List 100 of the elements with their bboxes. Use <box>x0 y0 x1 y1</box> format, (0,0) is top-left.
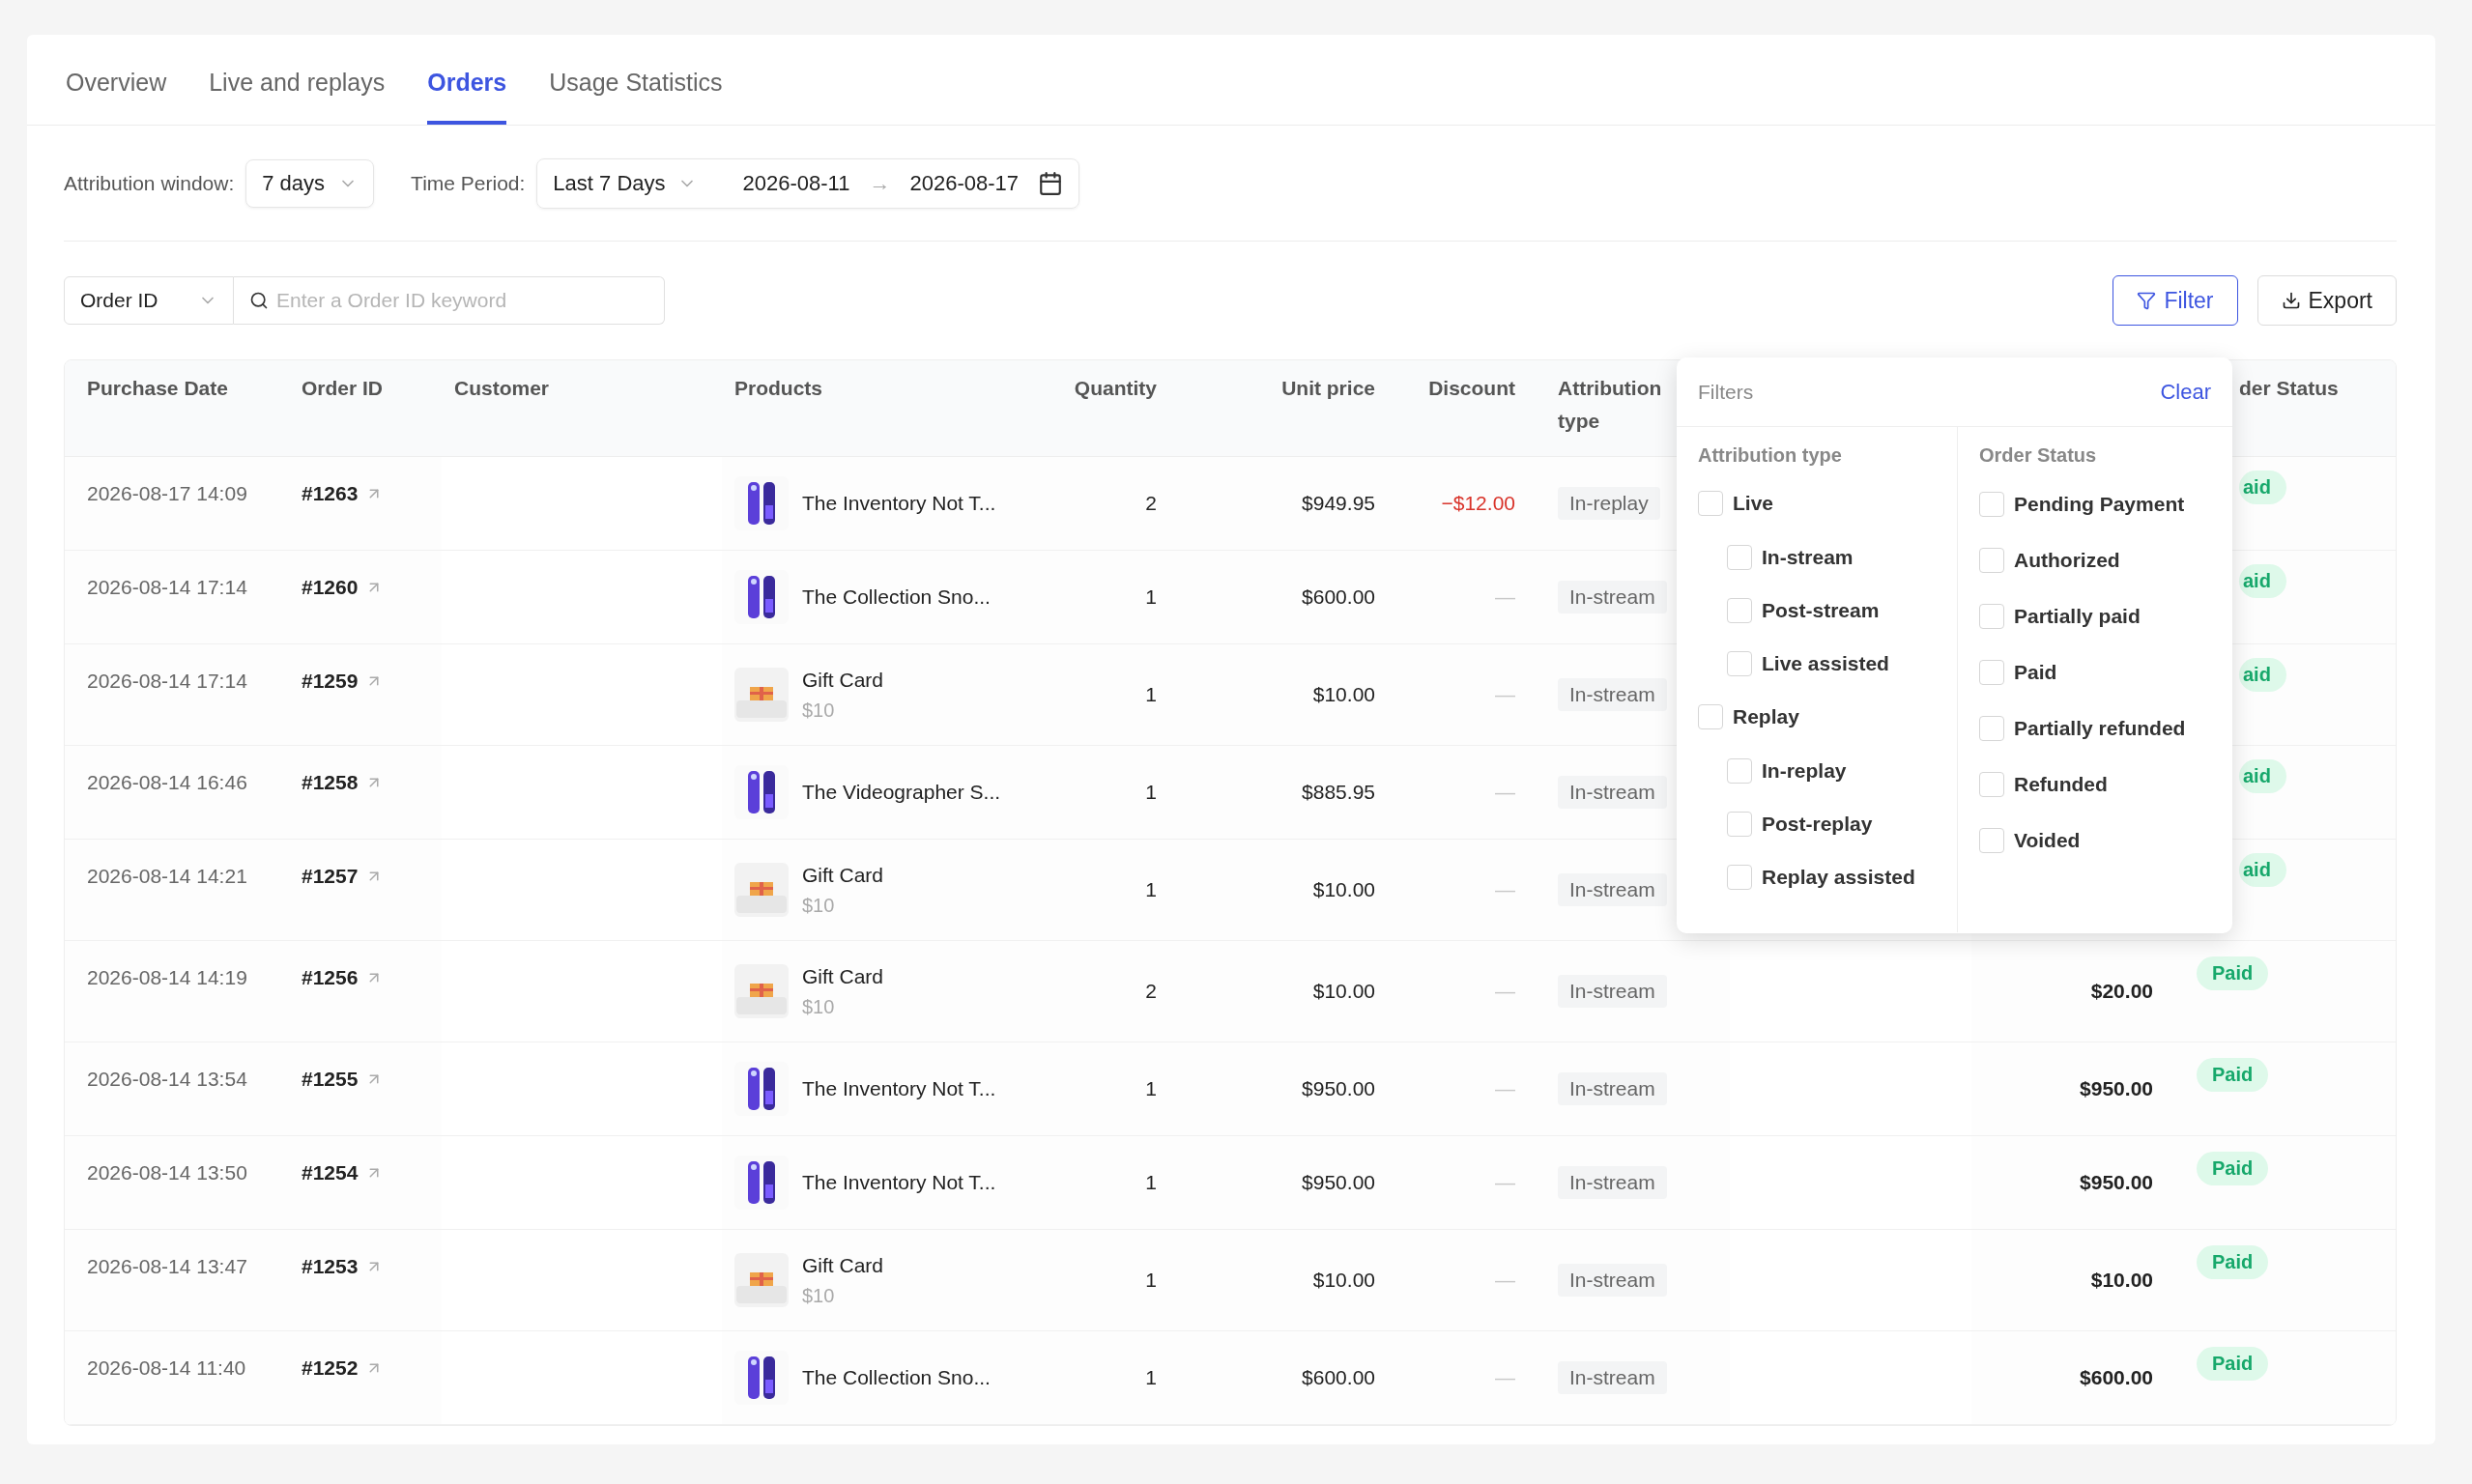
order-link[interactable]: #1252 <box>302 1356 384 1380</box>
status-badge: Paid <box>2197 1245 2269 1279</box>
field-label: Time Period: <box>411 171 526 195</box>
unit-price-cell: $10.00 <box>1312 878 1375 901</box>
checkbox[interactable] <box>1979 828 2004 853</box>
product-name: The Videographer S... <box>802 781 1001 804</box>
order-link[interactable]: #1260 <box>302 576 384 599</box>
filter-option[interactable]: In-stream <box>1698 530 1936 584</box>
order-link[interactable]: #1258 <box>302 771 384 794</box>
start-date: 2026-08-11 <box>742 170 850 196</box>
attribution-tag: In-stream <box>1558 1072 1667 1105</box>
search-icon <box>249 291 269 310</box>
discount-cell: — <box>1495 1171 1515 1194</box>
quantity-cell: 1 <box>1145 683 1157 706</box>
attribution-tag: In-stream <box>1558 776 1667 809</box>
status-badge: aid <box>2239 658 2286 692</box>
product-name: The Collection Sno... <box>802 585 991 609</box>
filter-option[interactable]: Live <box>1698 476 1936 530</box>
discount-cell: — <box>1495 980 1515 1003</box>
order-link[interactable]: #1254 <box>302 1161 384 1184</box>
date-cell: 2026-08-14 11:40 <box>87 1356 246 1380</box>
filter-option[interactable]: Voided <box>1979 813 2211 869</box>
order-link[interactable]: #1253 <box>302 1255 384 1278</box>
checkbox[interactable] <box>1979 492 2004 517</box>
date-range-picker[interactable]: Last 7 Days 2026-08-11 → 2026-08-17 <box>536 157 1079 209</box>
product-name: Gift Card <box>802 863 884 887</box>
unit-price-cell: $950.00 <box>1302 1077 1375 1100</box>
tab[interactable]: Usage Statistics <box>549 35 723 125</box>
column-header: der Status <box>2239 376 2339 401</box>
checkbox[interactable] <box>1979 772 2004 797</box>
filter-button[interactable]: Filter <box>2113 275 2238 326</box>
tab[interactable]: Overview <box>66 35 167 125</box>
date-cell: 2026-08-14 13:54 <box>87 1068 247 1091</box>
checkbox[interactable] <box>1698 704 1723 729</box>
attribution-tag: In-stream <box>1558 581 1667 614</box>
checkbox[interactable] <box>1727 650 1752 676</box>
unit-price-cell: $10.00 <box>1312 1269 1375 1292</box>
filter-icon <box>2137 291 2157 310</box>
filter-option[interactable]: Post-replay <box>1698 797 1936 850</box>
filter-option[interactable]: Post-stream <box>1698 584 1936 637</box>
discount-cell: −$12.00 <box>1441 492 1515 515</box>
search-field-select[interactable]: Order ID <box>64 276 234 325</box>
checkbox[interactable] <box>1727 544 1752 570</box>
column-header: Purchase Date <box>86 376 229 401</box>
quantity-cell: 1 <box>1145 1366 1157 1389</box>
tab[interactable]: Orders <box>427 35 507 125</box>
checkbox[interactable] <box>1979 660 2004 685</box>
filter-option[interactable]: Refunded <box>1979 756 2211 813</box>
order-link[interactable]: #1255 <box>302 1068 384 1091</box>
clear-link[interactable]: Clear <box>2160 379 2211 405</box>
column-header: Customer <box>453 376 551 401</box>
checkbox[interactable] <box>1979 548 2004 573</box>
export-button[interactable]: Export <box>2256 275 2397 326</box>
attribution-window-select[interactable]: 7 days <box>245 158 375 208</box>
attribution-tag: In-stream <box>1558 975 1667 1008</box>
preset-select[interactable]: Last 7 Days <box>553 170 697 196</box>
date-cell: 2026-08-14 14:21 <box>87 865 247 888</box>
search-field[interactable]: Enter a Order ID keyword <box>234 276 665 325</box>
unit-price-cell: $885.95 <box>1302 781 1375 804</box>
unit-price-cell: $950.00 <box>1302 1171 1375 1194</box>
discount-cell: — <box>1495 781 1515 804</box>
checkbox[interactable] <box>1727 757 1752 784</box>
filter-option[interactable]: Pending Payment <box>1979 476 2211 532</box>
filter-option[interactable]: Partially refunded <box>1979 700 2211 756</box>
filter-option[interactable]: In-replay <box>1698 744 1936 797</box>
filter-option[interactable]: Authorized <box>1979 532 2211 588</box>
filter-option[interactable]: Replay assisted <box>1698 850 1936 903</box>
popup-title: Filters <box>1698 380 1754 404</box>
tab[interactable]: Live and replays <box>209 35 386 125</box>
unit-price-cell: $600.00 <box>1302 1366 1375 1389</box>
date-cell: 2026-08-17 14:09 <box>87 482 247 505</box>
discount-cell: — <box>1495 878 1515 901</box>
checkbox[interactable] <box>1979 716 2004 741</box>
column-header: Unit price <box>1280 376 1376 401</box>
column-header: Order ID <box>302 376 385 401</box>
filter-option[interactable]: Replay <box>1698 690 1936 744</box>
column-header: Discount <box>1427 376 1516 401</box>
filter-option[interactable]: Partially paid <box>1979 588 2211 644</box>
checkbox[interactable] <box>1727 864 1752 890</box>
order-link[interactable]: #1257 <box>302 865 384 888</box>
product-name: Gift Card <box>802 1253 884 1277</box>
order-link[interactable]: #1256 <box>302 966 384 989</box>
filter-option[interactable]: Live assisted <box>1698 637 1936 690</box>
product-price: $10 <box>802 894 836 917</box>
checkbox[interactable] <box>1979 604 2004 629</box>
status-badge: aid <box>2239 564 2286 598</box>
product-name: The Collection Sno... <box>802 1366 991 1389</box>
order-link[interactable]: #1259 <box>302 670 384 693</box>
column-header: Quantity <box>1073 376 1158 401</box>
product-name: Gift Card <box>802 964 884 988</box>
checkbox[interactable] <box>1698 491 1723 516</box>
end-date: 2026-08-17 <box>909 170 1019 196</box>
order-link[interactable]: #1263 <box>302 482 384 505</box>
unit-price-cell: $949.95 <box>1302 492 1375 515</box>
calendar-icon[interactable] <box>1038 170 1063 196</box>
group-title: Attribution type <box>1698 444 1843 467</box>
checkbox[interactable] <box>1727 597 1752 623</box>
filter-option[interactable]: Paid <box>1979 644 2211 700</box>
checkbox[interactable] <box>1727 811 1752 837</box>
date-cell: 2026-08-14 17:14 <box>87 576 247 599</box>
